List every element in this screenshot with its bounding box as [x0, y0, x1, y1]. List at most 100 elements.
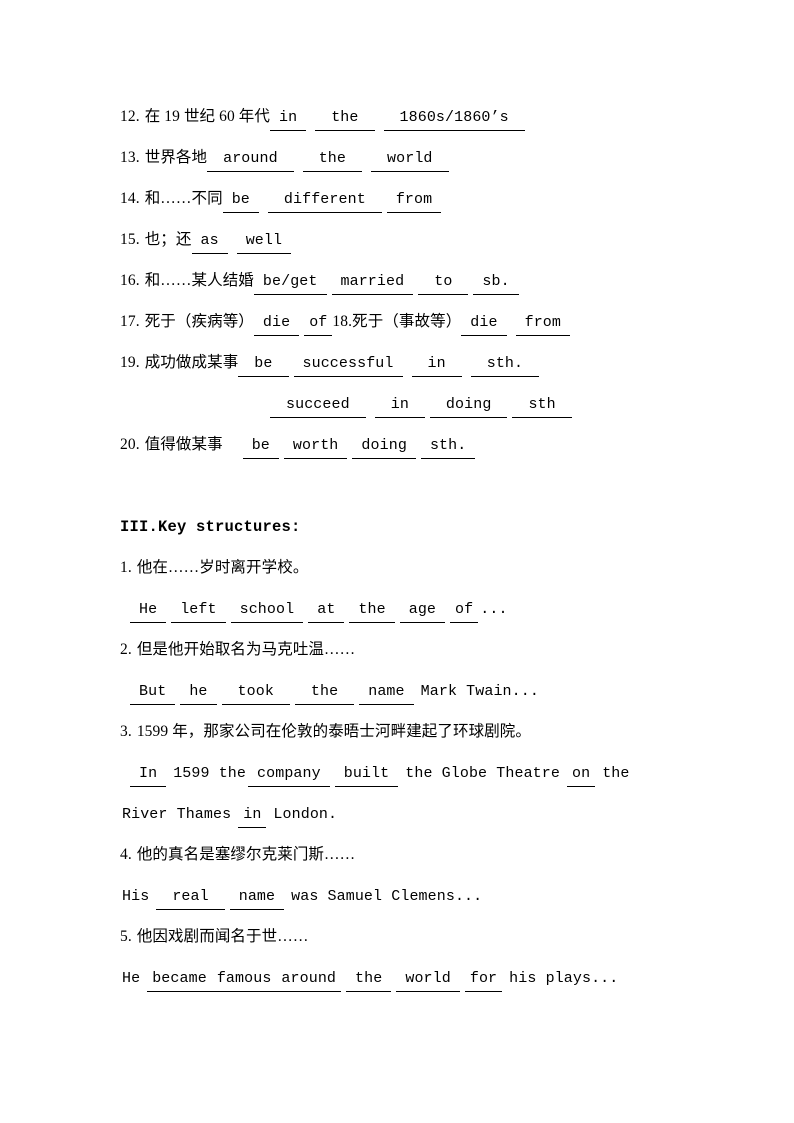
phrase-prompt-b: 死于（事故等） — [352, 313, 462, 330]
ks-item-1-prompt: 1. 他在……岁时离开学校。 — [120, 547, 680, 588]
ks-blank[interactable]: the — [346, 968, 392, 992]
ks-blank[interactable]: on — [566, 763, 596, 787]
phrase-blank[interactable]: the — [302, 148, 363, 172]
ks-plain-text: the — [602, 765, 630, 782]
phrase-blank[interactable]: successful — [293, 353, 403, 377]
ks-plain-text: Mark Twain... — [420, 683, 539, 700]
phrase-blank[interactable]: worth — [283, 435, 348, 459]
worksheet-body: 12. 在 19 世纪 60 年代 in the 1860s/1860’s 13. 世界各… — [120, 96, 680, 998]
phrase-blank[interactable]: sth — [512, 394, 572, 418]
ks-blank[interactable]: the — [349, 599, 395, 623]
ks-blank[interactable]: name — [229, 886, 285, 910]
phrase-blank[interactable]: be — [238, 353, 289, 377]
phrase-blank[interactable]: doing — [352, 435, 416, 459]
phrase-number-b: 18. — [332, 313, 353, 330]
phrase-blank[interactable]: different — [267, 189, 382, 213]
phrase-prompt: 世界各地 — [144, 149, 208, 166]
key-structures-heading-text: III.Key structures: — [120, 518, 301, 536]
ks-blank[interactable]: in — [238, 804, 267, 828]
ks-blank[interactable]: around — [276, 968, 342, 992]
ks-item-4-answer: His real name was Samuel Clemens... — [120, 875, 680, 916]
ks-prompt-text: 他因戏剧而闻名于世…… — [136, 928, 309, 945]
phrase-blank[interactable]: as — [191, 230, 228, 254]
ks-blank[interactable]: world — [396, 968, 460, 992]
ks-blank[interactable]: real — [156, 886, 225, 910]
ks-blank[interactable]: became — [147, 968, 212, 992]
phrase-blank[interactable]: in — [374, 394, 425, 418]
phrase-blank[interactable]: world — [371, 148, 449, 172]
ks-blank[interactable]: In — [130, 763, 167, 787]
phrase-item-15: 15. 也；还 as well — [120, 219, 680, 260]
ks-number: 5. — [120, 928, 132, 945]
phrase-item-16: 16. 和……某人结婚 be/get married to sb. — [120, 260, 680, 301]
phrase-blank[interactable]: 1860s/1860’s — [383, 107, 525, 131]
ks-blank[interactable]: built — [334, 763, 399, 787]
ks-number: 1. — [120, 559, 132, 576]
phrase-number: 20. — [120, 436, 140, 453]
phrase-blank[interactable]: sth. — [420, 435, 476, 459]
ks-blank[interactable]: name — [359, 681, 414, 705]
ks-plain-text: his plays... — [509, 970, 619, 987]
ks-plain-text: He — [122, 970, 141, 987]
phrase-number: 16. — [120, 272, 140, 289]
ks-blank[interactable]: school — [230, 599, 304, 623]
ks-blank[interactable]: he — [180, 681, 217, 705]
phrase-blank[interactable]: of — [304, 312, 333, 336]
ks-item-5-prompt: 5. 他因戏剧而闻名于世…… — [120, 916, 680, 957]
phrase-blank[interactable]: die — [461, 312, 507, 336]
ks-blank[interactable]: He — [130, 599, 167, 623]
ks-blank[interactable]: for — [464, 968, 503, 992]
phrase-blank[interactable]: around — [207, 148, 294, 172]
phrase-blank[interactable]: in — [270, 107, 307, 131]
phrase-blank[interactable]: be — [222, 189, 259, 213]
ks-blank[interactable]: of — [450, 599, 479, 623]
ks-plain-text: ... — [480, 601, 508, 618]
phrase-item-13: 13. 世界各地 around the world — [120, 137, 680, 178]
phrase-item-19-alt: succeed in doing sth — [120, 383, 680, 424]
ks-blank[interactable]: company — [248, 763, 330, 787]
ks-blank[interactable]: age — [399, 599, 446, 623]
ks-plain-text: was Samuel Clemens... — [291, 888, 483, 905]
ks-blank[interactable]: took — [221, 681, 290, 705]
phrase-number: 14. — [120, 190, 140, 207]
phrase-item-17-18: 17. 死于（疾病等） die of 18.死于（事故等） die from — [120, 301, 680, 342]
phrase-blank[interactable]: the — [315, 107, 375, 131]
ks-item-2-prompt: 2. 但是他开始取名为马克吐温…… — [120, 629, 680, 670]
ks-blank[interactable]: at — [308, 599, 345, 623]
ks-plain-text: 1599 the — [173, 765, 247, 782]
ks-prompt-text: 他的真名是塞缪尔克莱门斯…… — [136, 846, 356, 863]
phrase-blank[interactable]: be — [242, 435, 279, 459]
phrase-blank[interactable]: sb. — [473, 271, 519, 295]
worksheet-page: 12. 在 19 世纪 60 年代 in the 1860s/1860’s 13. 世界各… — [0, 0, 794, 1123]
phrase-blank[interactable]: in — [411, 353, 462, 377]
phrase-blank[interactable]: succeed — [270, 394, 366, 418]
phrase-item-20: 20. 值得做某事 be worth doing sth. — [120, 424, 680, 465]
phrase-number: 17. — [120, 313, 140, 330]
phrase-prompt: 在 19 世纪 60 年代 — [144, 108, 270, 125]
phrase-blank[interactable]: die — [253, 312, 300, 336]
ks-plain-text: River Thames — [122, 806, 232, 823]
phrase-item-14: 14. 和……不同 be different from — [120, 178, 680, 219]
ks-plain-text: the Globe Theatre — [405, 765, 560, 782]
phrase-prompt: 和……某人结婚 — [144, 272, 254, 289]
ks-item-4-prompt: 4. 他的真名是塞缪尔克莱门斯…… — [120, 834, 680, 875]
ks-item-2-answer: But he took the name Mark Twain... — [120, 670, 680, 711]
phrase-number: 13. — [120, 149, 140, 166]
ks-item-3-answer-line1: In 1599 the company built the Globe Theatre o… — [120, 752, 680, 793]
phrase-blank[interactable]: well — [236, 230, 292, 254]
phrase-blank[interactable]: from — [515, 312, 571, 336]
phrase-blank[interactable]: married — [331, 271, 414, 295]
phrase-blank[interactable]: to — [418, 271, 469, 295]
ks-blank[interactable]: famous — [211, 968, 277, 992]
ks-blank[interactable]: But — [130, 681, 176, 705]
phrase-blank[interactable]: sth. — [470, 353, 540, 377]
ks-item-3-answer-line2: River Thames in London. — [120, 793, 680, 834]
ks-blank[interactable]: left — [171, 599, 226, 623]
phrase-blank[interactable]: doing — [429, 394, 508, 418]
phrase-blank[interactable]: be/get — [253, 271, 327, 295]
phrase-blank[interactable]: from — [386, 189, 442, 213]
phrase-prompt: 和……不同 — [144, 190, 223, 207]
ks-blank[interactable]: the — [294, 681, 355, 705]
phrase-prompt: 死于（疾病等） — [144, 313, 254, 330]
